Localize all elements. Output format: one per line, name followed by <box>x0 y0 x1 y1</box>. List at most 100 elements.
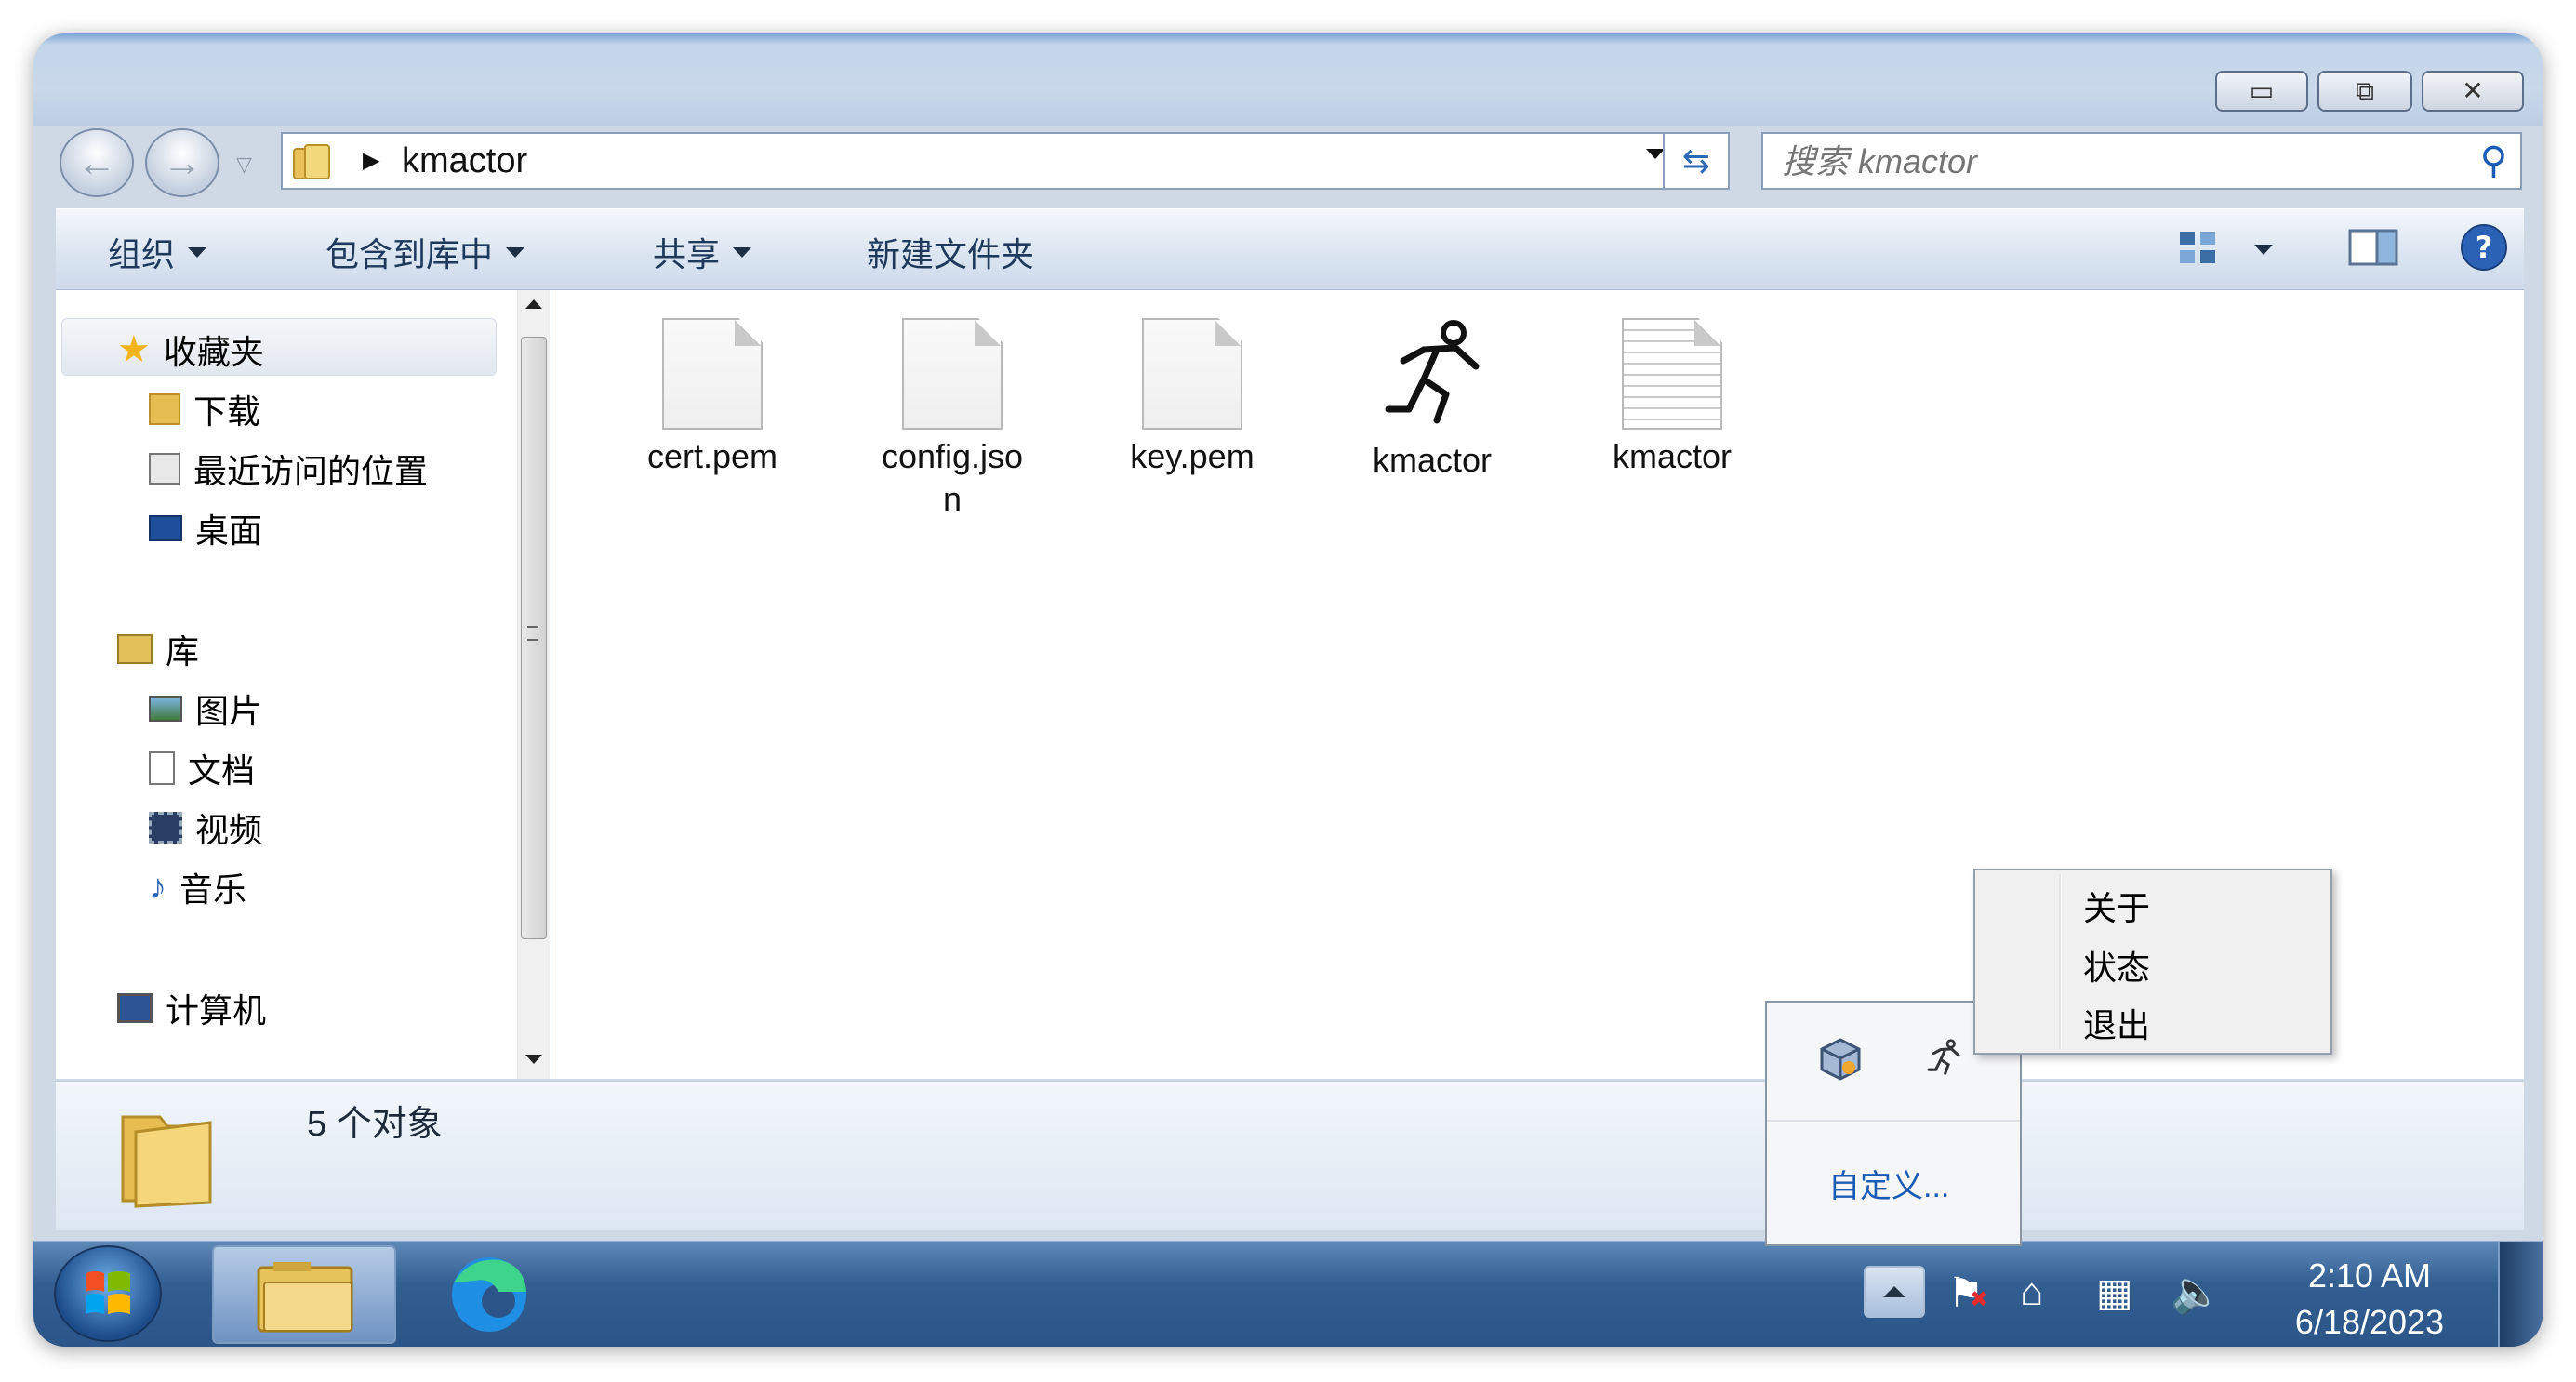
address-bar[interactable]: ▶ kmactor <box>281 132 1730 190</box>
back-button[interactable]: ← <box>60 128 134 197</box>
address-dropdown-icon[interactable] <box>1646 147 1665 164</box>
new-folder-label: 新建文件夹 <box>867 235 1035 273</box>
chevron-up-icon <box>1883 1286 1905 1297</box>
text-file-icon <box>1622 318 1722 430</box>
pictures-icon <box>149 696 182 722</box>
breadcrumb-current-folder[interactable]: kmactor <box>402 141 527 181</box>
search-box[interactable]: ⚲ <box>1761 132 2522 190</box>
file-item-kmactor-exe[interactable]: kmactor <box>1339 318 1525 484</box>
file-name: cert.pem <box>646 437 778 475</box>
chevron-down-icon <box>733 246 752 258</box>
sidebar-computer[interactable]: 计算机 <box>117 984 266 1032</box>
menu-item-about[interactable]: 关于 <box>2083 882 2150 930</box>
navigation-scrollbar[interactable] <box>517 290 550 1079</box>
forward-arrow-icon: → <box>163 140 202 184</box>
sidebar-item-documents[interactable]: 文档 <box>149 744 255 792</box>
volume-icon[interactable]: 🔈 <box>2171 1268 2222 1316</box>
network-icon[interactable]: ▦ <box>2096 1269 2133 1315</box>
sidebar-favorites[interactable]: ★ 收藏夹 <box>117 326 264 374</box>
chevron-down-icon <box>188 246 207 258</box>
sidebar-item-label: 文档 <box>188 751 256 790</box>
help-icon: ? <box>2461 224 2507 271</box>
virtualbox-icon[interactable] <box>1817 1036 1864 1083</box>
show-hidden-icons-button[interactable] <box>1864 1266 1925 1318</box>
music-icon: ♪ <box>149 867 166 907</box>
forward-button[interactable]: → <box>145 128 219 197</box>
sidebar-libraries[interactable]: 库 <box>117 625 199 673</box>
view-options-dropdown[interactable] <box>2254 243 2273 259</box>
popup-divider <box>1767 1120 2020 1122</box>
kmactor-tray-icon[interactable] <box>1923 1038 1964 1079</box>
menu-item-status[interactable]: 状态 <box>2083 941 2150 990</box>
taskbar-explorer-button[interactable] <box>212 1245 396 1344</box>
organize-label: 组织 <box>108 235 176 273</box>
menu-gutter <box>2059 874 2062 1049</box>
desktop-icon <box>149 515 182 541</box>
file-name: kmactor <box>1612 437 1733 475</box>
menu-item-exit[interactable]: 退出 <box>2083 999 2150 1047</box>
maximize-button[interactable]: ⧉ <box>2317 71 2412 112</box>
sidebar-item-downloads[interactable]: 下载 <box>149 385 260 433</box>
sidebar-libraries-label: 库 <box>166 632 200 671</box>
blank-file-icon <box>662 318 763 430</box>
sidebar-item-label: 视频 <box>195 811 263 849</box>
help-button[interactable]: ? <box>2459 222 2509 277</box>
share-menu[interactable]: 共享 <box>653 228 752 276</box>
file-name-line-1: config.jso <box>881 437 1024 475</box>
sidebar-item-label: 最近访问的位置 <box>193 452 429 490</box>
history-dropdown-button[interactable]: ▽ <box>236 153 252 177</box>
clock-time: 2:10 AM <box>2307 1256 2432 1295</box>
power-plug-icon[interactable]: ⌂ <box>2020 1269 2043 1314</box>
view-grid-icon <box>2180 232 2215 263</box>
svg-text:?: ? <box>2476 230 2493 265</box>
search-input[interactable] <box>1780 140 2435 184</box>
sidebar-item-recent-places[interactable]: 最近访问的位置 <box>149 445 428 493</box>
sidebar-item-label: 图片 <box>195 692 263 730</box>
new-folder-button[interactable]: 新建文件夹 <box>867 228 1034 276</box>
folder-icon <box>293 144 330 179</box>
file-item-cert-pem[interactable]: cert.pem <box>619 318 805 480</box>
file-item-config-json[interactable]: config.jso n <box>859 318 1045 523</box>
preview-pane-button[interactable] <box>2347 226 2399 273</box>
file-item-kmactor-txt[interactable]: kmactor <box>1579 318 1765 480</box>
title-bar: ▭ ⧉ ✕ <box>33 33 2543 126</box>
star-icon: ★ <box>117 329 151 370</box>
sidebar-item-desktop[interactable]: 桌面 <box>149 504 262 552</box>
documents-icon <box>149 751 175 785</box>
change-view-button[interactable] <box>2176 226 2228 269</box>
start-button[interactable] <box>54 1245 162 1342</box>
scroll-up-icon[interactable] <box>525 299 542 309</box>
windows-logo-icon <box>86 1271 130 1314</box>
taskbar-edge-button[interactable] <box>433 1245 545 1344</box>
command-bar: 组织 包含到库中 共享 新建文件夹 ? <box>56 208 2524 290</box>
running-man-icon <box>1385 320 1480 424</box>
sidebar-item-videos[interactable]: 视频 <box>149 804 262 852</box>
refresh-button[interactable]: ⇆ <box>1663 132 1730 190</box>
show-desktop-button[interactable] <box>2498 1242 2543 1347</box>
minimize-icon: ▭ <box>2249 76 2275 105</box>
close-button[interactable]: ✕ <box>2422 71 2524 112</box>
sidebar-item-label: 音乐 <box>179 870 247 909</box>
taskbar: ⚑ ✖ ⌂ ▦ 🔈 2:10 AM 6/18/2023 <box>33 1241 2543 1347</box>
clock[interactable]: 2:10 AM 6/18/2023 <box>2267 1253 2472 1346</box>
sidebar-item-label: 下载 <box>193 392 261 431</box>
file-name: kmactor <box>1372 441 1493 479</box>
minimize-button[interactable]: ▭ <box>2215 71 2308 112</box>
sidebar-item-pictures[interactable]: 图片 <box>149 684 262 733</box>
scrollbar-thumb[interactable] <box>521 337 547 939</box>
sidebar-item-music[interactable]: ♪ 音乐 <box>149 863 246 911</box>
scroll-down-icon[interactable] <box>525 1055 542 1064</box>
chevron-down-icon: ▽ <box>236 153 252 176</box>
libraries-icon <box>117 634 153 664</box>
videos-icon <box>149 812 182 844</box>
customize-link[interactable]: 自定义... <box>1828 1161 1949 1206</box>
search-icon[interactable]: ⚲ <box>2480 140 2507 182</box>
organize-menu[interactable]: 组织 <box>108 228 207 276</box>
navigation-pane: ★ 收藏夹 下载 最近访问的位置 桌面 库 图片 文档 视频 ♪ 音乐 计算机 <box>56 290 551 1079</box>
file-item-key-pem[interactable]: key.pem <box>1099 318 1285 480</box>
item-count: 5 个对象 <box>307 1105 443 1144</box>
refresh-icon: ⇆ <box>1681 141 1711 179</box>
include-in-library-menu[interactable]: 包含到库中 <box>325 228 525 276</box>
computer-icon <box>117 993 153 1023</box>
chevron-down-icon <box>2254 245 2273 255</box>
